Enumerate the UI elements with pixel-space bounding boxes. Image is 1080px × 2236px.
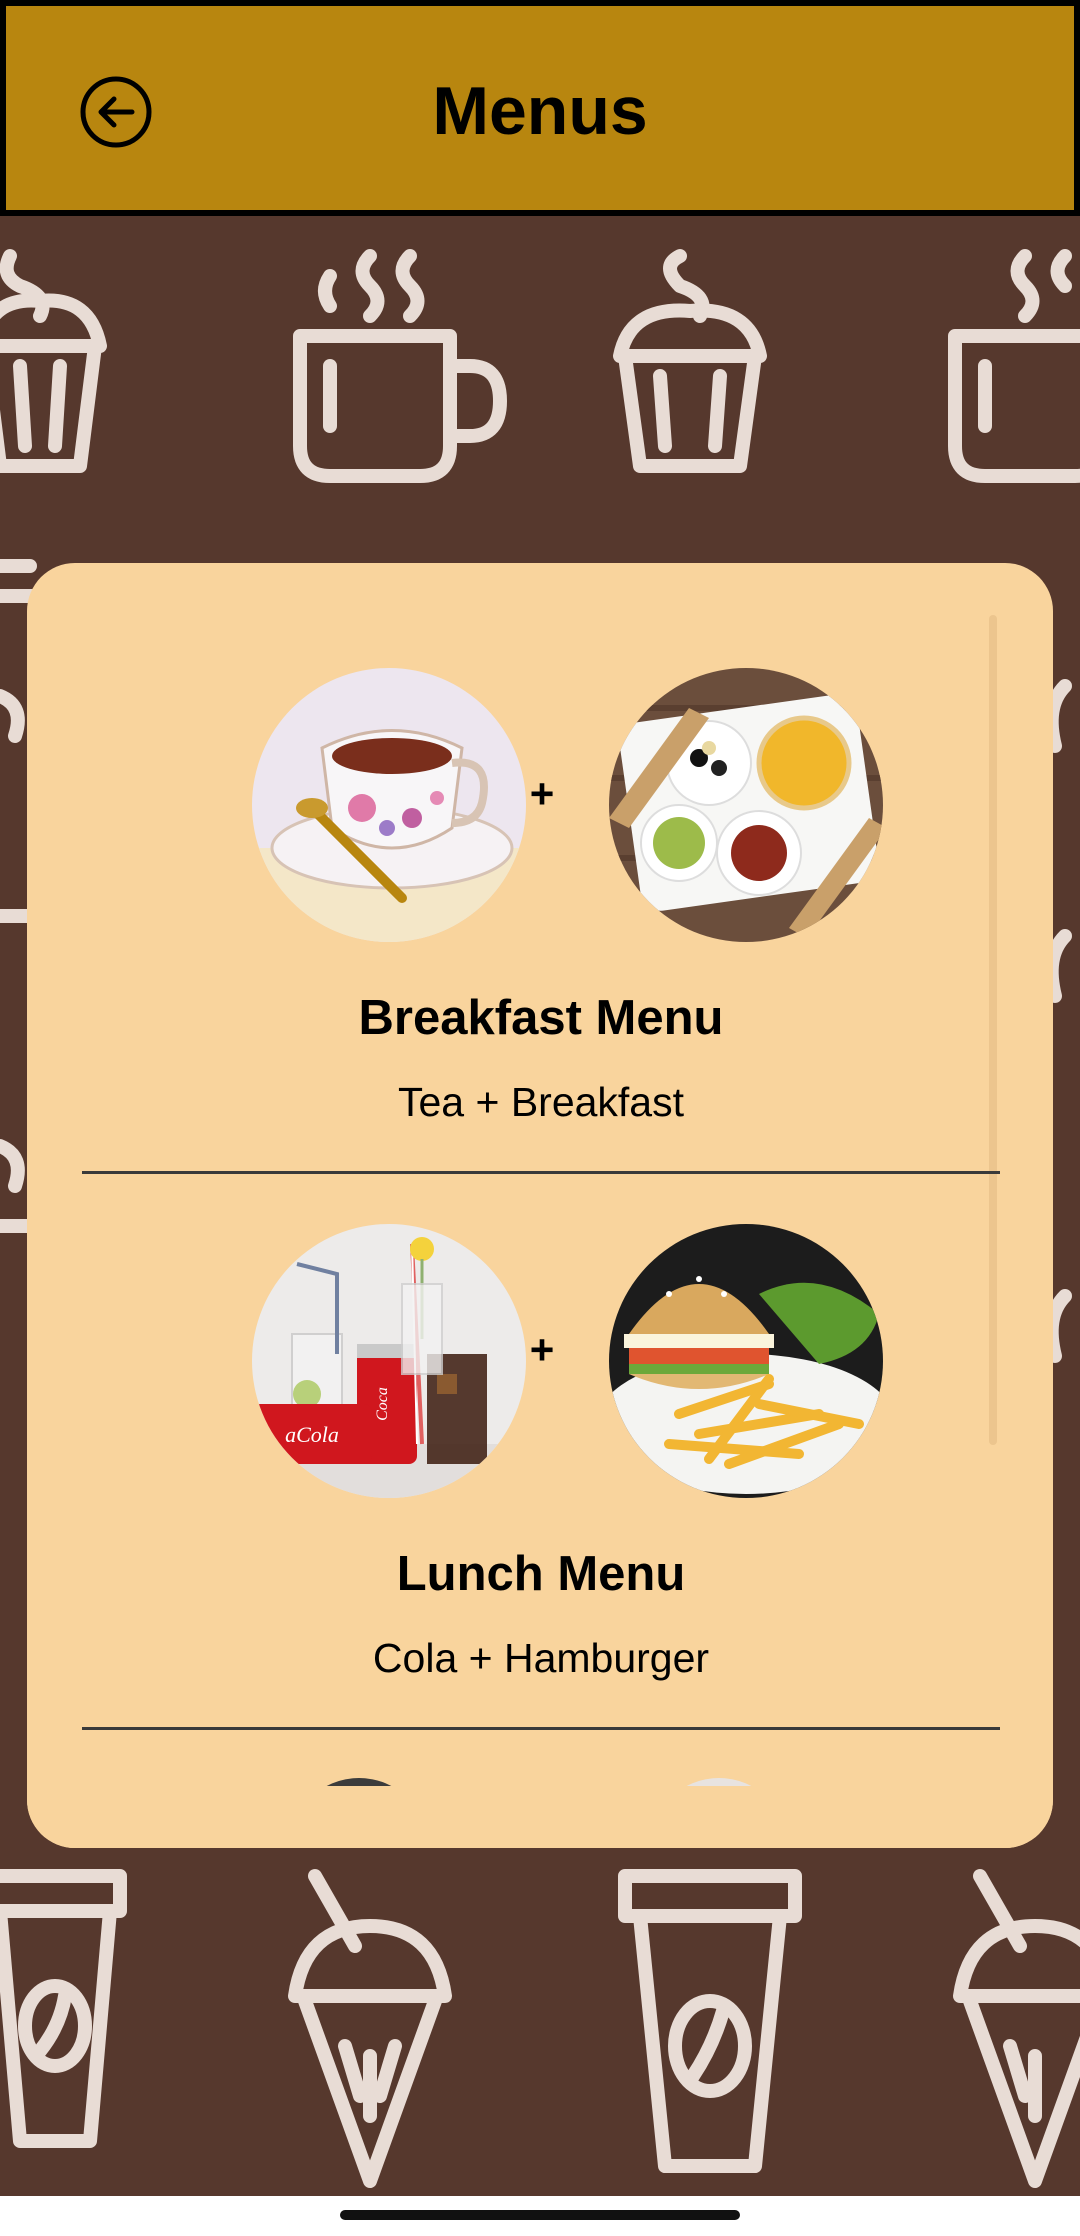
divider	[82, 1171, 1000, 1174]
plus-separator: +	[529, 770, 555, 817]
page-title: Menus	[432, 73, 648, 149]
coffee-mug-icon	[948, 249, 1080, 483]
takeaway-cup-icon	[0, 1869, 127, 2148]
app-bar: Menus	[0, 0, 1080, 216]
menu-title: Lunch Menu	[396, 1547, 686, 1601]
cola-cans-photo: Coca aCola	[252, 1224, 526, 1498]
menu-subtitle: Cola + Hamburger	[372, 1635, 710, 1681]
tea-cup-photo	[252, 668, 526, 942]
coffee-mug-icon	[293, 249, 507, 483]
menu-list-card[interactable]: + Breakfast Menu Tea + Breakfast Coca aC…	[27, 563, 1053, 1848]
hamburger-fries-photo	[609, 1224, 883, 1498]
cupcake-icon	[0, 249, 107, 473]
menu-subtitle: Tea + Breakfast	[397, 1079, 685, 1125]
svg-text:Coca: Coca	[374, 1387, 391, 1421]
menu-photos: +	[82, 668, 1000, 942]
plus-separator: +	[529, 1326, 555, 1373]
menu-item-breakfast[interactable]: + Breakfast Menu Tea + Breakfast	[82, 668, 1000, 1224]
cupcake-icon	[613, 249, 767, 473]
breakfast-plate-photo	[609, 668, 883, 942]
menu-item-partial[interactable]	[27, 1778, 1053, 1848]
svg-text:aCola: aCola	[285, 1422, 339, 1447]
home-indicator[interactable]	[340, 2210, 740, 2220]
divider	[82, 1727, 1000, 1730]
menu-photos: Coca aCola +	[82, 1224, 1000, 1498]
slushie-icon	[953, 1869, 1080, 2188]
menu-title: Breakfast Menu	[358, 991, 724, 1045]
slushie-icon	[288, 1869, 452, 2188]
takeaway-cup-icon	[618, 1869, 802, 2173]
menu-item-lunch[interactable]: Coca aCola + Lunch Menu Cola + Hamburger	[82, 1224, 1000, 1780]
